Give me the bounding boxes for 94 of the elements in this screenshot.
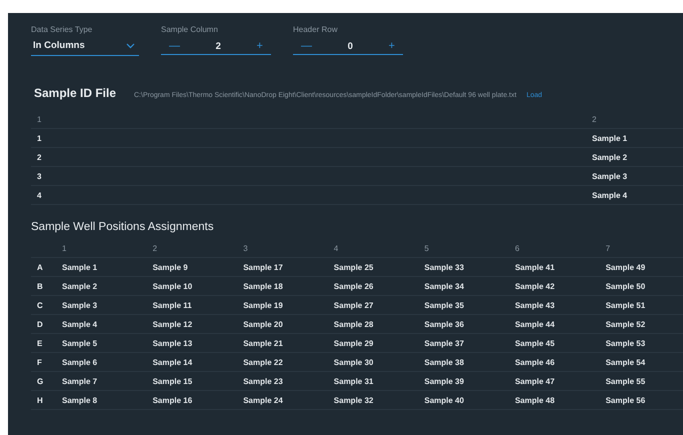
field-label: Data Series Type	[31, 25, 94, 34]
column-header: 3	[243, 244, 249, 252]
table-cell-text: Sample 44	[514, 320, 556, 328]
table-cell-text: Sample 2	[62, 282, 98, 290]
table-cell: Sample 4	[592, 190, 628, 200]
table-cell-text: Sample 48	[514, 396, 556, 404]
table-cell-text: Sample 20	[243, 320, 284, 328]
table-cell-text: Sample 8	[62, 396, 98, 404]
table-cell-text: Sample 26	[334, 282, 374, 290]
table-cell-text: Sample 23	[243, 376, 284, 386]
column-header: 2	[152, 244, 158, 252]
row-header: F	[36, 358, 43, 366]
field-label: Sample Column	[161, 25, 219, 34]
table-cell-text: Sample 54	[606, 358, 646, 366]
table-cell-text: Sample 14	[152, 358, 194, 366]
number-field[interactable]: 2	[216, 40, 221, 52]
column-header: 6	[514, 244, 520, 252]
table-cell-text: Sample 28	[334, 320, 374, 328]
section-title: Sample Well Positions Assignments	[31, 221, 215, 233]
table-cell-text: 2	[36, 152, 42, 162]
table-cell-text: Sample 56	[606, 396, 646, 404]
table-cell-text: Sample 13	[152, 338, 194, 348]
number-field[interactable]: 0	[348, 40, 353, 52]
column-header: 5	[424, 244, 430, 252]
table-cell-text: Sample 15	[152, 376, 194, 386]
decrement-button[interactable]: —	[161, 40, 188, 52]
table-cell: Sample 1	[592, 134, 628, 142]
table-cell-text: Sample 22	[243, 358, 284, 366]
table-cell-text: Sample 38	[424, 358, 465, 366]
table-cell-text: Sample 55	[606, 376, 646, 386]
table-cell-text: Sample 45	[514, 338, 556, 348]
table-cell-text: Sample 39	[424, 376, 465, 386]
table-cell-text: Sample 30	[334, 358, 374, 366]
series-type-dropdown[interactable]: In Columns	[31, 40, 139, 56]
table-cell-text: Sample 1	[62, 262, 98, 272]
row-header: B	[36, 282, 44, 290]
field-label: Header Row	[293, 25, 338, 34]
decrement-button[interactable]: —	[293, 40, 320, 52]
section-title: Sample ID File	[34, 86, 118, 100]
row-header: G	[36, 376, 44, 386]
table-cell-text: Sample 33	[424, 262, 465, 272]
table-cell-text: Sample 21	[243, 338, 284, 348]
table-cell-text: Sample 50	[606, 282, 646, 290]
table-cell-text: Sample 41	[514, 262, 556, 272]
table-cell-text: Sample 34	[424, 282, 465, 290]
table-cell-text: Sample 36	[424, 320, 465, 328]
table-cell-text: Sample 18	[243, 282, 284, 290]
row-header: C	[36, 300, 44, 310]
table-cell-text: Sample 40	[424, 396, 465, 404]
table-cell-text: Sample 3	[62, 300, 98, 310]
table-cell-text: 3	[36, 172, 42, 180]
table-cell-text: Sample 16	[152, 396, 194, 404]
table-cell: Sample 2	[592, 152, 628, 162]
column-header: 4	[334, 244, 340, 252]
column-header: 7	[606, 244, 612, 252]
table-cell-text: Sample 53	[606, 338, 646, 348]
table-cell-text: Sample 11	[152, 300, 193, 310]
table-cell-text: 4	[36, 190, 42, 200]
table-cell-text: Sample 19	[243, 300, 284, 310]
table-cell-text: Sample 27	[334, 300, 374, 310]
table-cell-text: Sample 9	[152, 262, 189, 272]
increment-button[interactable]: +	[380, 40, 403, 52]
table-cell-text: Sample 6	[62, 358, 98, 366]
table-cell-text: Sample 32	[334, 396, 374, 404]
row-header: D	[36, 320, 44, 328]
row-header: A	[36, 262, 44, 272]
table-cell-text: Sample 29	[334, 338, 374, 348]
table-cell-text: Sample 47	[514, 376, 556, 386]
table-cell-text: Sample 43	[514, 300, 556, 310]
table-cell-text: Sample 42	[514, 282, 556, 290]
table-cell-text: Sample 7	[62, 376, 98, 386]
table-cell-text: 1	[36, 134, 42, 142]
table-cell-text: Sample 12	[152, 320, 194, 328]
table-cell-text: Sample 5	[62, 338, 98, 348]
table-cell-text: Sample 35	[424, 300, 465, 310]
table-cell-text: Sample 25	[334, 262, 374, 272]
table-cell-text: Sample 10	[152, 282, 194, 290]
chevron-icon	[126, 42, 135, 48]
table-cell-text: Sample 52	[606, 320, 646, 328]
table-cell-text: Sample 37	[424, 338, 465, 348]
table-cell-text: Sample 46	[514, 358, 556, 366]
increment-button[interactable]: +	[248, 40, 271, 52]
table-cell-text: Sample 51	[606, 300, 646, 310]
row-header: E	[36, 338, 44, 348]
column-header: 1	[36, 114, 42, 124]
table-cell-text: Sample 4	[62, 320, 98, 328]
table-cell-text: Sample 49	[606, 262, 646, 272]
column-header: 1	[62, 244, 68, 252]
column-header: 2	[592, 114, 596, 124]
table-cell-text: Sample 31	[334, 376, 374, 386]
table-cell: Sample 3	[592, 172, 628, 180]
table-cell-text: Sample 17	[243, 262, 284, 272]
row-header: H	[36, 396, 44, 404]
table-cell-text: Sample 24	[243, 396, 284, 404]
